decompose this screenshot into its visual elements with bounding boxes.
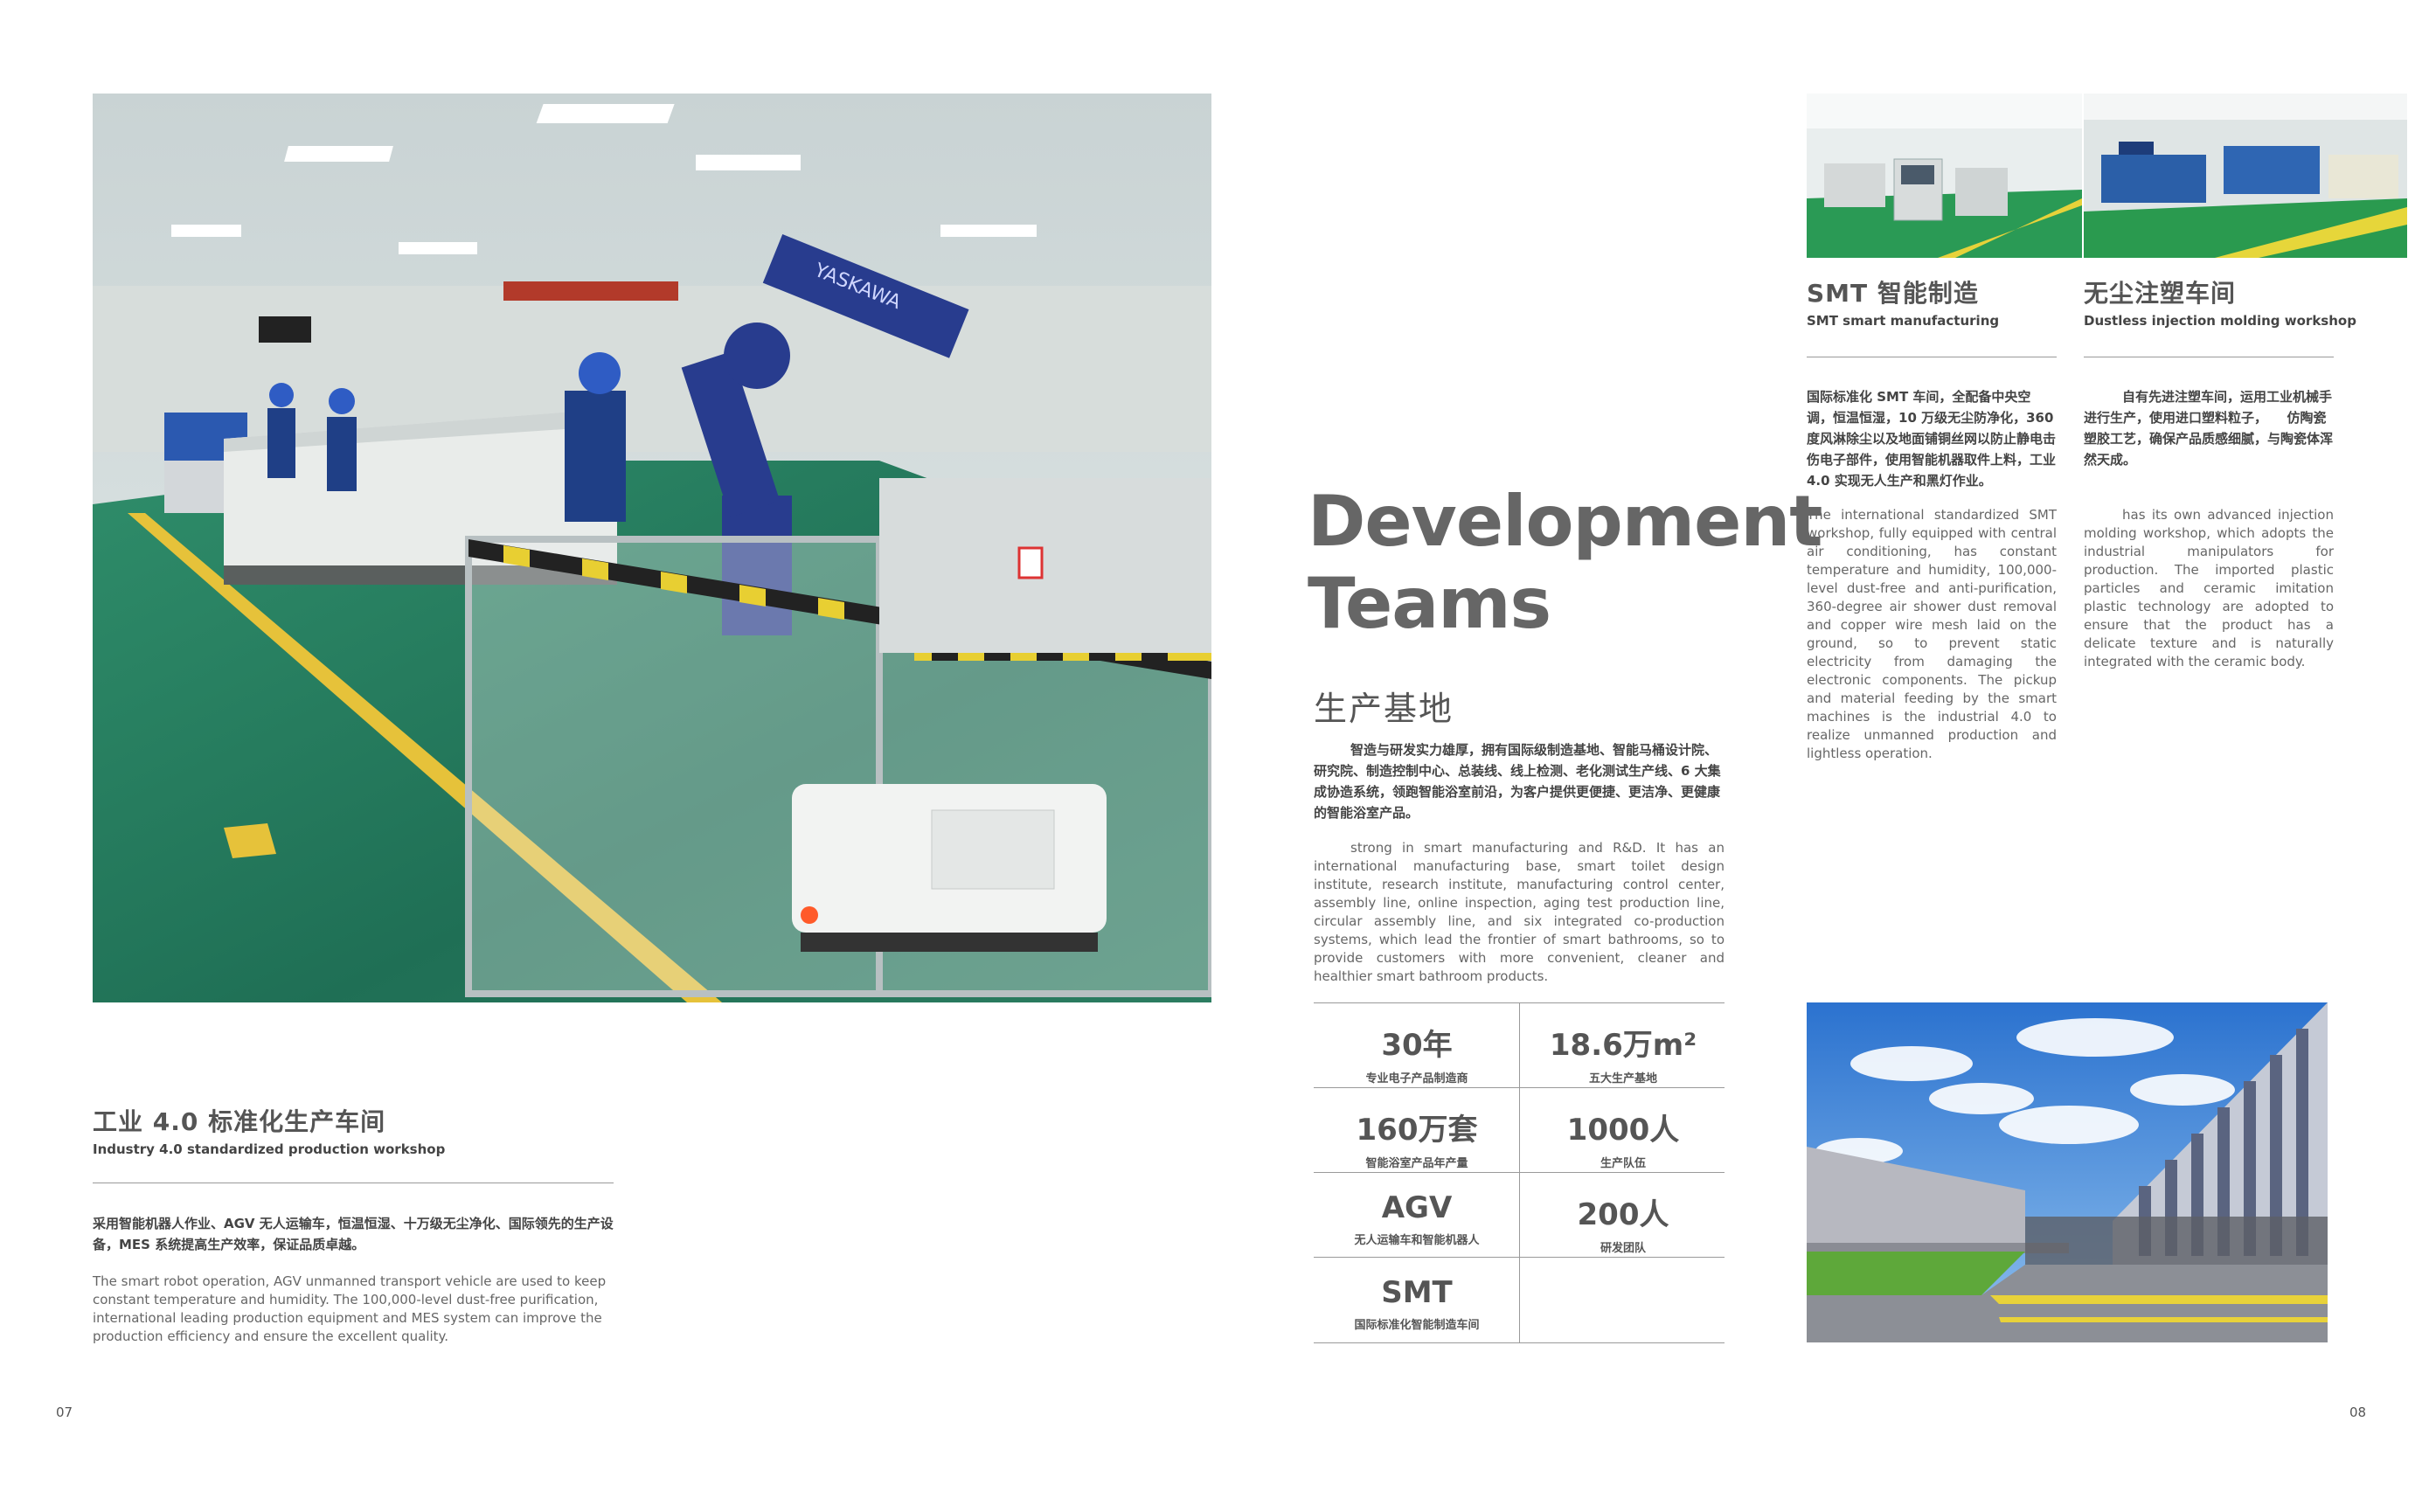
workshop-desc-en: The smart robot operation, AGV unmanned … bbox=[93, 1273, 607, 1344]
workshop-title-en: Industry 4.0 standardized production wor… bbox=[93, 1141, 446, 1157]
smt-workshop-photo bbox=[1807, 94, 2082, 258]
stat-smt: SMT 国际标准化智能制造车间 bbox=[1354, 1275, 1480, 1332]
smt-workshop-illustration bbox=[1807, 94, 2082, 258]
smt-desc-cn: 国际标准化 SMT 车间，全配备中央空调，恒温恒湿，10 万级无尘防净化，360… bbox=[1807, 389, 2057, 489]
stat-production-staff: 1000人 生产队伍 bbox=[1566, 1113, 1680, 1170]
page-number-right: 08 bbox=[2349, 1404, 2367, 1420]
injection-molding-illustration bbox=[2084, 94, 2407, 258]
factory-building-photo bbox=[1807, 1002, 2328, 1342]
smt-title-cn: SMT 智能制造 bbox=[1807, 279, 1979, 308]
page-number-left: 07 bbox=[56, 1404, 73, 1420]
factory-floor-illustration: YASKAWA bbox=[93, 94, 1211, 1002]
section-title-cn: 生产基地 bbox=[1314, 690, 1454, 728]
workshop-desc-cn: 采用智能机器人作业、AGV 无人运输车，恒温恒湿、十万级无尘净化、国际领先的生产… bbox=[93, 1216, 614, 1252]
stat-agv: AGV 无人运输车和智能机器人 bbox=[1354, 1190, 1480, 1247]
stat-area: 18.6万m² 五大生产基地 bbox=[1549, 1028, 1697, 1085]
smt-title-en: SMT smart manufacturing bbox=[1807, 313, 2000, 329]
heading-line-1: Development bbox=[1308, 481, 1823, 562]
molding-desc-en: has its own advanced injection molding w… bbox=[2084, 507, 2334, 669]
factory-building-illustration bbox=[1807, 1002, 2328, 1342]
smt-desc-en: The international standardized SMT works… bbox=[1807, 507, 2057, 761]
molding-title-en: Dustless injection molding workshop bbox=[2084, 313, 2356, 329]
workshop-title-cn: 工业 4.0 标准化生产车间 bbox=[93, 1107, 386, 1136]
stat-rd-team: 200人 研发团队 bbox=[1577, 1197, 1669, 1255]
heading-line-2: Teams bbox=[1308, 563, 1551, 644]
molding-title-cn: 无尘注塑车间 bbox=[2084, 279, 2237, 308]
factory-floor-photo: YASKAWA bbox=[93, 94, 1211, 1002]
injection-molding-photo bbox=[2084, 94, 2407, 258]
intro-cn: 智造与研发实力雄厚，拥有国际级制造基地、智能马桶设计院、研究院、制造控制中心、总… bbox=[1314, 742, 1721, 821]
stat-annual-output: 160万套 智能浴室产品年产量 bbox=[1356, 1113, 1478, 1170]
intro-en: strong in smart manufacturing and R&D. I… bbox=[1314, 840, 1725, 984]
stat-years: 30年 专业电子产品制造商 bbox=[1365, 1028, 1468, 1085]
molding-desc-cn: 自有先进注塑车间，运用工业机械手进行生产，使用进口塑料粒子， 仿陶瓷塑胶工艺，确… bbox=[2084, 389, 2334, 468]
